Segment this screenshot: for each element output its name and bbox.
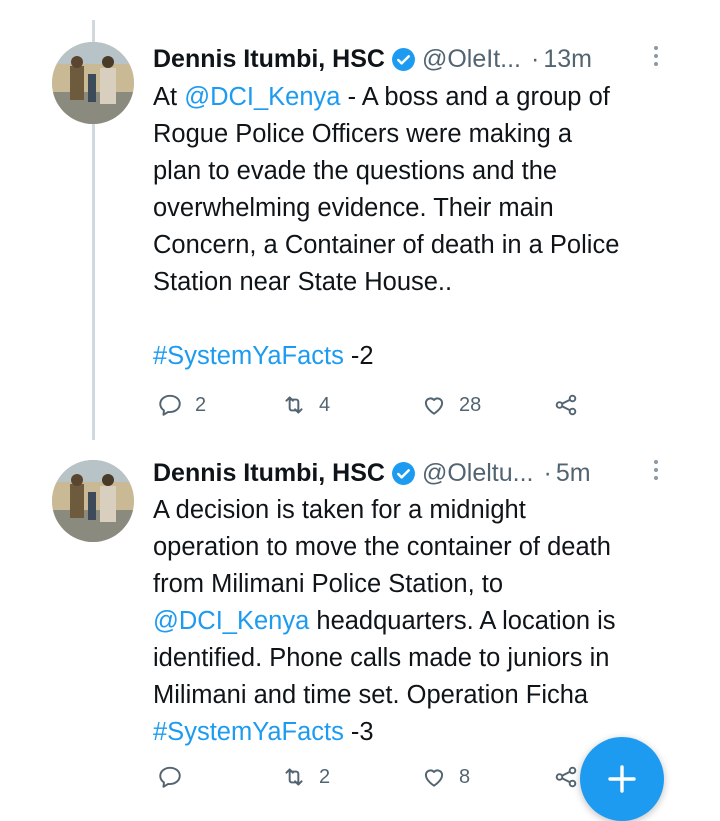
tweet-text-line: Milimani and time set. Operation Ficha (153, 677, 693, 714)
mention-link[interactable]: @DCI_Kenya (153, 607, 309, 635)
text-segment: headquarters. A location is (309, 607, 616, 635)
hashtag-link[interactable]: #SystemYaFacts (153, 718, 344, 746)
tweet-text-line: overwhelming evidence. Their main (153, 190, 693, 227)
reply-icon (159, 394, 181, 416)
tweet-text-line: operation to move the container of death (153, 529, 693, 566)
mention-link[interactable]: @DCI_Kenya (184, 83, 340, 111)
verified-badge-icon (391, 47, 416, 72)
text-segment: from Milimani Police Station, to (153, 570, 504, 598)
tweet-time[interactable]: 5m (556, 459, 591, 488)
compose-tweet-button[interactable] (580, 737, 664, 821)
share-button[interactable] (553, 764, 579, 790)
tweet-text-line: from Milimani Police Station, to (153, 566, 693, 603)
tweet-actions: 2 8 (153, 764, 623, 794)
like-count: 8 (459, 765, 471, 788)
reply-count: 2 (195, 393, 207, 416)
tweet-text-line: Concern, a Container of death in a Polic… (153, 227, 693, 264)
like-button[interactable]: 8 (421, 764, 470, 790)
tweet-header: Dennis Itumbi, HSC @OleIt... · 13m (153, 41, 592, 77)
more-icon[interactable] (652, 44, 660, 74)
retweet-count: 2 (319, 765, 331, 788)
text-segment: Rogue Police Officers were making a (153, 120, 573, 148)
tweet-text-line: plan to evade the questions and the (153, 153, 693, 190)
text-segment: Milimani and time set. Operation Ficha (153, 681, 589, 709)
text-segment: identified. Phone calls made to juniors … (153, 644, 610, 672)
avatar[interactable] (52, 460, 134, 542)
tweet-actions: 2 4 28 (153, 392, 623, 422)
hashtag-link[interactable]: #SystemYaFacts (153, 342, 344, 370)
retweet-icon (285, 768, 303, 786)
share-button[interactable] (553, 392, 579, 418)
tweet-text-line: identified. Phone calls made to juniors … (153, 640, 693, 677)
like-icon (424, 397, 444, 415)
like-icon (424, 769, 444, 787)
tweet-text-line: Station near State House.. (153, 264, 693, 301)
text-segment: -2 (343, 342, 374, 370)
more-icon[interactable] (652, 458, 660, 488)
author-handle[interactable]: @OleIt... (422, 45, 521, 74)
text-segment: Station near State House.. (153, 268, 453, 296)
tweet-text-line: @DCI_Kenya headquarters. A location is (153, 603, 693, 640)
text-segment: overwhelming evidence. Their main (153, 194, 554, 222)
plus-icon (608, 765, 636, 793)
text-segment: At (153, 83, 185, 111)
text-segment: Concern, a Container of death in a Polic… (153, 231, 620, 259)
tweet-text: At @DCI_Kenya - A boss and a group of Rog… (153, 79, 693, 375)
share-icon (555, 394, 577, 416)
separator-dot: · (530, 44, 540, 73)
tweet-text-line: At @DCI_Kenya - A boss and a group of (153, 79, 693, 116)
reply-button[interactable] (157, 764, 183, 790)
tweet-header: Dennis Itumbi, HSC @Oleltu... · 5m (153, 455, 591, 491)
author-handle[interactable]: @Oleltu... (422, 459, 534, 488)
tweet-text-line (153, 301, 693, 338)
tweet-time[interactable]: 13m (543, 45, 592, 74)
text-segment: -3 (343, 718, 374, 746)
tweet-text-line: Rogue Police Officers were making a (153, 116, 693, 153)
tweet-text-line: A decision is taken for a midnight (153, 492, 693, 529)
separator-dot: · (543, 458, 552, 487)
avatar[interactable] (52, 42, 134, 124)
author-name[interactable]: Dennis Itumbi, HSC (153, 45, 385, 74)
tweet-text: A decision is taken for a midnight operat… (153, 492, 693, 751)
text-segment: A decision is taken for a midnight (153, 496, 526, 524)
author-name[interactable]: Dennis Itumbi, HSC (153, 459, 385, 488)
tweet-text-line: #SystemYaFacts -2 (153, 338, 693, 375)
like-button[interactable]: 28 (421, 392, 481, 418)
retweet-count: 4 (319, 393, 331, 416)
retweet-icon (285, 396, 303, 414)
text-segment: - A boss and a group of (340, 83, 610, 111)
reply-icon (159, 766, 181, 788)
text-segment: operation to move the container of death (153, 533, 611, 561)
share-icon (555, 766, 577, 788)
reply-button[interactable]: 2 (157, 392, 206, 418)
like-count: 28 (459, 393, 482, 416)
retweet-button[interactable]: 4 (281, 392, 330, 418)
retweet-button[interactable]: 2 (281, 764, 330, 790)
text-segment: plan to evade the questions and the (153, 157, 558, 185)
verified-badge-icon (391, 461, 416, 486)
